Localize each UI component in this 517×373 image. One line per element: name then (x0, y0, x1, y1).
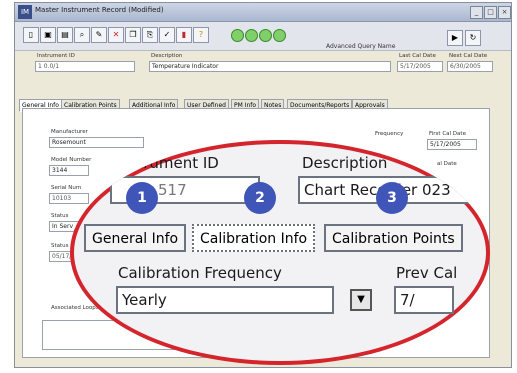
print-icon[interactable]: ▮ (176, 27, 192, 43)
copy-icon[interactable]: ❐ (125, 27, 141, 43)
edit-icon[interactable]: ✎ (91, 27, 107, 43)
last-icon[interactable] (273, 29, 286, 42)
close-button[interactable]: × (498, 6, 511, 19)
last-cal-label: Last Cal Date (399, 53, 436, 59)
zoom-content: nstrument ID 517 Description Chart Recor… (70, 140, 490, 365)
step-badge-1: 1 (126, 182, 158, 214)
first-icon[interactable] (231, 29, 244, 42)
window-title: Master Instrument Record (Modified) (35, 6, 164, 14)
dropdown-arrow-icon[interactable]: ▼ (350, 289, 372, 311)
check-icon[interactable]: ✓ (159, 27, 175, 43)
zoom-tab-general-info[interactable]: General Info (84, 224, 187, 252)
manufacturer-label: Manufacturer (51, 129, 88, 135)
zoom-instrument-id-label: nstrument ID (120, 154, 219, 172)
last-cal-field[interactable]: 5/17/2005 (397, 61, 443, 72)
zoom-prev-cal-field[interactable]: 7/ (394, 286, 454, 314)
delete-icon[interactable]: ✕ (108, 27, 124, 43)
serial-field[interactable]: 10103 (49, 193, 89, 204)
advanced-query-label: Advanced Query Name (326, 43, 396, 50)
zoom-cal-frequency-label: Calibration Frequency (118, 264, 282, 282)
app-icon: IM (18, 5, 32, 19)
query-run-icon[interactable]: ▶ (447, 30, 463, 46)
step-badge-3: 3 (376, 182, 408, 214)
help-icon[interactable]: ? (193, 27, 209, 43)
title-bar: IM Master Instrument Record (Modified) _… (15, 3, 511, 22)
maximize-button[interactable]: □ (484, 6, 497, 19)
zoom-description-label: Description (302, 154, 388, 172)
zoom-tab-calibration-points[interactable]: Calibration Points (324, 224, 463, 252)
status-label: Status (51, 213, 69, 219)
next-cal-field[interactable]: 6/30/2005 (447, 61, 493, 72)
attach-icon[interactable]: ⎘ (142, 27, 158, 43)
find-icon[interactable]: ⌕ (74, 27, 90, 43)
first-cal-label: First Cal Date (429, 131, 466, 137)
zoom-cal-frequency-select[interactable]: Yearly (116, 286, 334, 314)
zoom-prev-cal-label: Prev Cal (396, 264, 458, 282)
toolbar: ▯ ▣ ▤ ⌕ ✎ ✕ ❐ ⎘ ✓ ▮ ? Advanced Query Nam… (15, 22, 511, 64)
query-refresh-icon[interactable]: ↻ (465, 30, 481, 46)
model-field[interactable]: 3144 (49, 165, 89, 176)
next-icon[interactable] (259, 29, 272, 42)
description-label: Description (151, 53, 183, 59)
minimize-button[interactable]: _ (470, 6, 483, 19)
instrument-id-field[interactable]: 1 0.0/1 (35, 61, 135, 72)
step-badge-2: 2 (244, 182, 276, 214)
record-header: Instrument ID 1 0.0/1 Description Temper… (15, 51, 511, 97)
open-icon[interactable]: ▤ (57, 27, 73, 43)
model-label: Model Number (51, 157, 92, 163)
save-icon[interactable]: ▣ (40, 27, 56, 43)
manufacturer-field[interactable]: Rosemount (49, 137, 144, 148)
instrument-id-label: Instrument ID (37, 53, 75, 59)
next-cal-label: Next Cal Date (449, 53, 488, 59)
new-icon[interactable]: ▯ (23, 27, 39, 43)
serial-label: Serial Num (51, 185, 82, 191)
frequency-label: Frequency (375, 131, 404, 137)
first-cal-field[interactable]: 5/17/2005 (427, 139, 477, 150)
zoom-tab-calibration-info[interactable]: Calibration Info (192, 224, 316, 252)
description-field[interactable]: Temperature Indicator (149, 61, 391, 72)
next-date-label: al Date (437, 161, 457, 167)
prev-icon[interactable] (245, 29, 258, 42)
